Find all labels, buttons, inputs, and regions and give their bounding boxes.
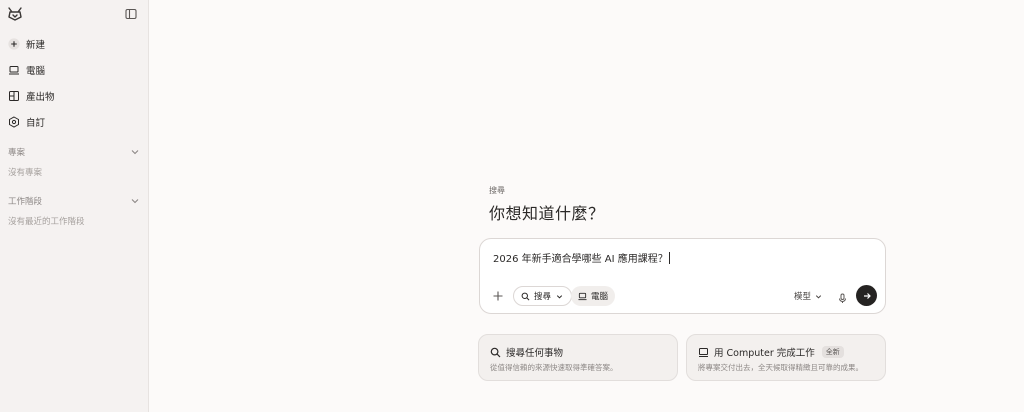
laptop-icon: [578, 292, 587, 300]
sidebar-item-label: 產出物: [26, 92, 55, 103]
collapse-sidebar-icon[interactable]: [124, 6, 138, 20]
new-badge: 全新: [821, 346, 844, 358]
search-icon: [521, 292, 530, 300]
send-button[interactable]: [856, 285, 877, 306]
app-logo-icon[interactable]: [7, 6, 23, 22]
sessions-empty-text: 沒有最近的工作階段: [8, 217, 85, 227]
sidebar-item-label: 自訂: [26, 118, 46, 129]
customize-icon: [9, 116, 19, 128]
sidebar-item-new[interactable]: 新建: [4, 33, 144, 55]
sessions-section-header[interactable]: 工作階段: [8, 194, 140, 208]
laptop-icon: [9, 66, 19, 75]
sidebar: 新建 電腦 產出物 自訂 專案 沒有專案 工作階段 沒有最近的工作階段: [0, 0, 149, 412]
main-area: 搜尋 你想知道什麼？ 2026 年新手適合學哪些 AI 應用課程？ 搜尋 電腦 …: [150, 0, 1024, 412]
card-description: 將專案交付出去，全天候取得精緻且可靠的成果。: [698, 363, 863, 372]
arrow-right-icon: [863, 292, 871, 299]
prompt-text: 2026 年新手適合學哪些 AI 應用課程？: [493, 254, 668, 265]
chevron-down-icon: [556, 294, 563, 299]
chevron-down-icon: [131, 199, 139, 204]
plus-icon: [8, 38, 20, 50]
text-caret: [668, 252, 670, 264]
card-description: 從值得信賴的來源快速取得準確答案。: [490, 363, 618, 372]
projects-empty-text: 沒有專案: [8, 168, 43, 178]
sidebar-item-label: 電腦: [26, 66, 46, 77]
prompt-input[interactable]: 2026 年新手適合學哪些 AI 應用課程？: [493, 250, 670, 265]
card-title: 搜尋任何事物: [506, 348, 564, 359]
mode-label: 搜尋: [489, 186, 505, 195]
chevron-down-icon: [815, 294, 822, 299]
computer-work-card[interactable]: 用 Computer 完成工作 全新 將專案交付出去，全天候取得精緻且可靠的成果…: [686, 334, 886, 381]
search-mode-chip[interactable]: 搜尋: [513, 286, 573, 306]
attach-plus-icon[interactable]: [490, 288, 506, 304]
chevron-down-icon: [131, 150, 139, 155]
sidebar-item-computer[interactable]: 電腦: [4, 59, 144, 81]
page-title: 你想知道什麼？: [489, 204, 605, 223]
search-icon: [490, 347, 501, 357]
prompt-composer[interactable]: 2026 年新手適合學哪些 AI 應用課程？ 搜尋 電腦 模型: [479, 238, 886, 314]
microphone-icon[interactable]: [837, 289, 848, 303]
sidebar-item-artifacts[interactable]: 產出物: [4, 85, 144, 107]
computer-icon: [699, 347, 708, 357]
computer-mode-chip[interactable]: 電腦: [571, 286, 616, 306]
model-selector[interactable]: 模型: [794, 290, 823, 302]
sidebar-item-customize[interactable]: 自訂: [4, 111, 144, 133]
sidebar-item-label: 新建: [26, 40, 46, 51]
card-title: 用 Computer 完成工作: [714, 348, 815, 359]
projects-section-header[interactable]: 專案: [8, 145, 140, 159]
search-anything-card[interactable]: 搜尋任何事物 從值得信賴的來源快速取得準確答案。: [478, 334, 678, 381]
artifacts-icon: [9, 91, 19, 101]
